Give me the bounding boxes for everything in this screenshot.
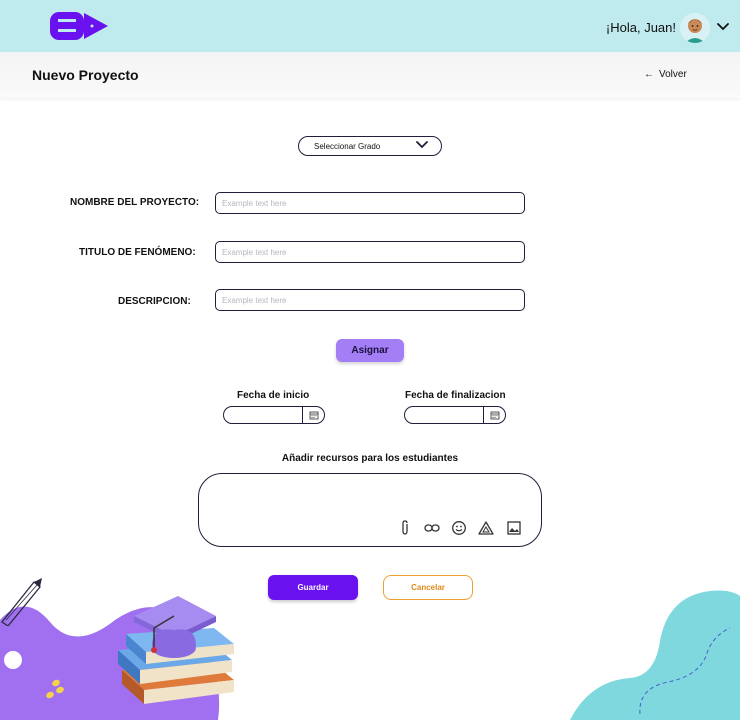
project-name-label: NOMBRE DEL PROYECTO: bbox=[70, 197, 200, 208]
brand-logo[interactable] bbox=[48, 10, 110, 42]
decorative-teal-blob bbox=[570, 590, 740, 720]
link-icon[interactable] bbox=[423, 519, 441, 537]
calendar-icon[interactable] bbox=[483, 407, 505, 423]
back-label: Volver bbox=[659, 69, 687, 80]
resources-label: Añadir recursos para los estudiantes bbox=[281, 453, 459, 464]
avatar[interactable] bbox=[680, 13, 710, 43]
books-graduation-cap-illustration bbox=[118, 596, 234, 704]
project-name-input[interactable] bbox=[215, 192, 525, 214]
drive-icon[interactable] bbox=[477, 519, 495, 537]
decorative-pencil-icon bbox=[1, 578, 42, 626]
avatar-icon bbox=[680, 13, 710, 43]
description-input[interactable] bbox=[215, 289, 525, 311]
end-date-picker[interactable] bbox=[404, 406, 506, 424]
description-label: DESCRIPCION: bbox=[118, 296, 191, 307]
user-greeting: ¡Hola, Juan! bbox=[605, 20, 676, 35]
phenomenon-title-label: TITULO DE FENÓMENO: bbox=[79, 247, 196, 258]
paperclip-icon[interactable] bbox=[396, 519, 414, 537]
end-date-label: Fecha de finalizacion bbox=[405, 390, 506, 401]
grade-select[interactable]: Seleccionar Grado bbox=[298, 136, 442, 156]
page-title: Nuevo Proyecto bbox=[32, 67, 139, 83]
emoji-icon[interactable] bbox=[450, 519, 468, 537]
user-menu-chevron-icon[interactable] bbox=[716, 22, 730, 32]
start-date-picker[interactable] bbox=[223, 406, 325, 424]
phenomenon-title-input[interactable] bbox=[215, 241, 525, 263]
grade-select-value: Seleccionar Grado bbox=[314, 141, 381, 151]
image-icon[interactable] bbox=[505, 519, 523, 537]
start-date-label: Fecha de inicio bbox=[237, 390, 310, 401]
assign-button[interactable]: Asignar bbox=[336, 339, 404, 362]
arrow-left-icon: ← bbox=[644, 69, 654, 80]
page: ¡Hola, Juan! Nuevo Proyecto ← Volver Sel… bbox=[0, 0, 740, 720]
top-bar: ¡Hola, Juan! bbox=[0, 0, 740, 52]
chevron-down-icon bbox=[416, 141, 428, 149]
cancel-button[interactable]: Cancelar bbox=[383, 575, 473, 600]
save-button[interactable]: Guardar bbox=[268, 575, 358, 600]
back-link[interactable]: ← Volver bbox=[644, 69, 687, 80]
calendar-icon[interactable] bbox=[302, 407, 324, 423]
